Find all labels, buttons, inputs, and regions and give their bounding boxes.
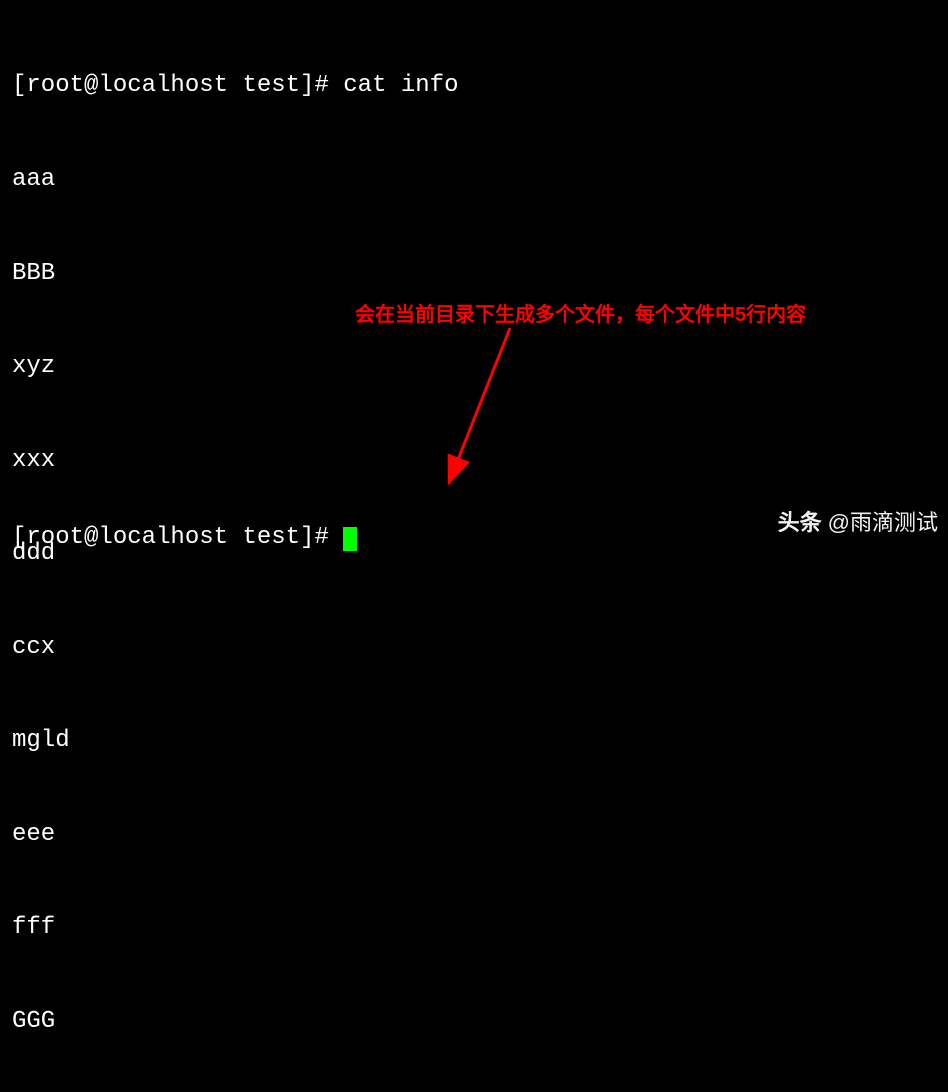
watermark: 头条 @雨滴测试 [778, 509, 938, 538]
output-line: mgld [12, 725, 936, 756]
output-line: fff [12, 912, 936, 943]
output-line: eee [12, 819, 936, 850]
output-line: xxx [12, 445, 936, 476]
watermark-handle: @雨滴测试 [828, 509, 938, 538]
shell-prompt: [root@localhost test]# [12, 524, 343, 551]
output-line: ccx [12, 632, 936, 663]
shell-prompt: [root@localhost test]# [12, 72, 343, 99]
output-line: BBB [12, 258, 936, 289]
output-line: GGG [12, 1006, 936, 1037]
prompt-line-1: [root@localhost test]# cat info [12, 70, 936, 101]
command-cat: cat info [343, 72, 458, 99]
output-line: aaa [12, 164, 936, 195]
output-line: xyz [12, 351, 936, 382]
annotation-text: 会在当前目录下生成多个文件，每个文件中5行内容 [355, 302, 806, 328]
cursor-block [343, 527, 357, 551]
prompt-line-3-partial: [root@localhost test]# [12, 522, 357, 553]
watermark-label: 头条 [778, 509, 822, 538]
